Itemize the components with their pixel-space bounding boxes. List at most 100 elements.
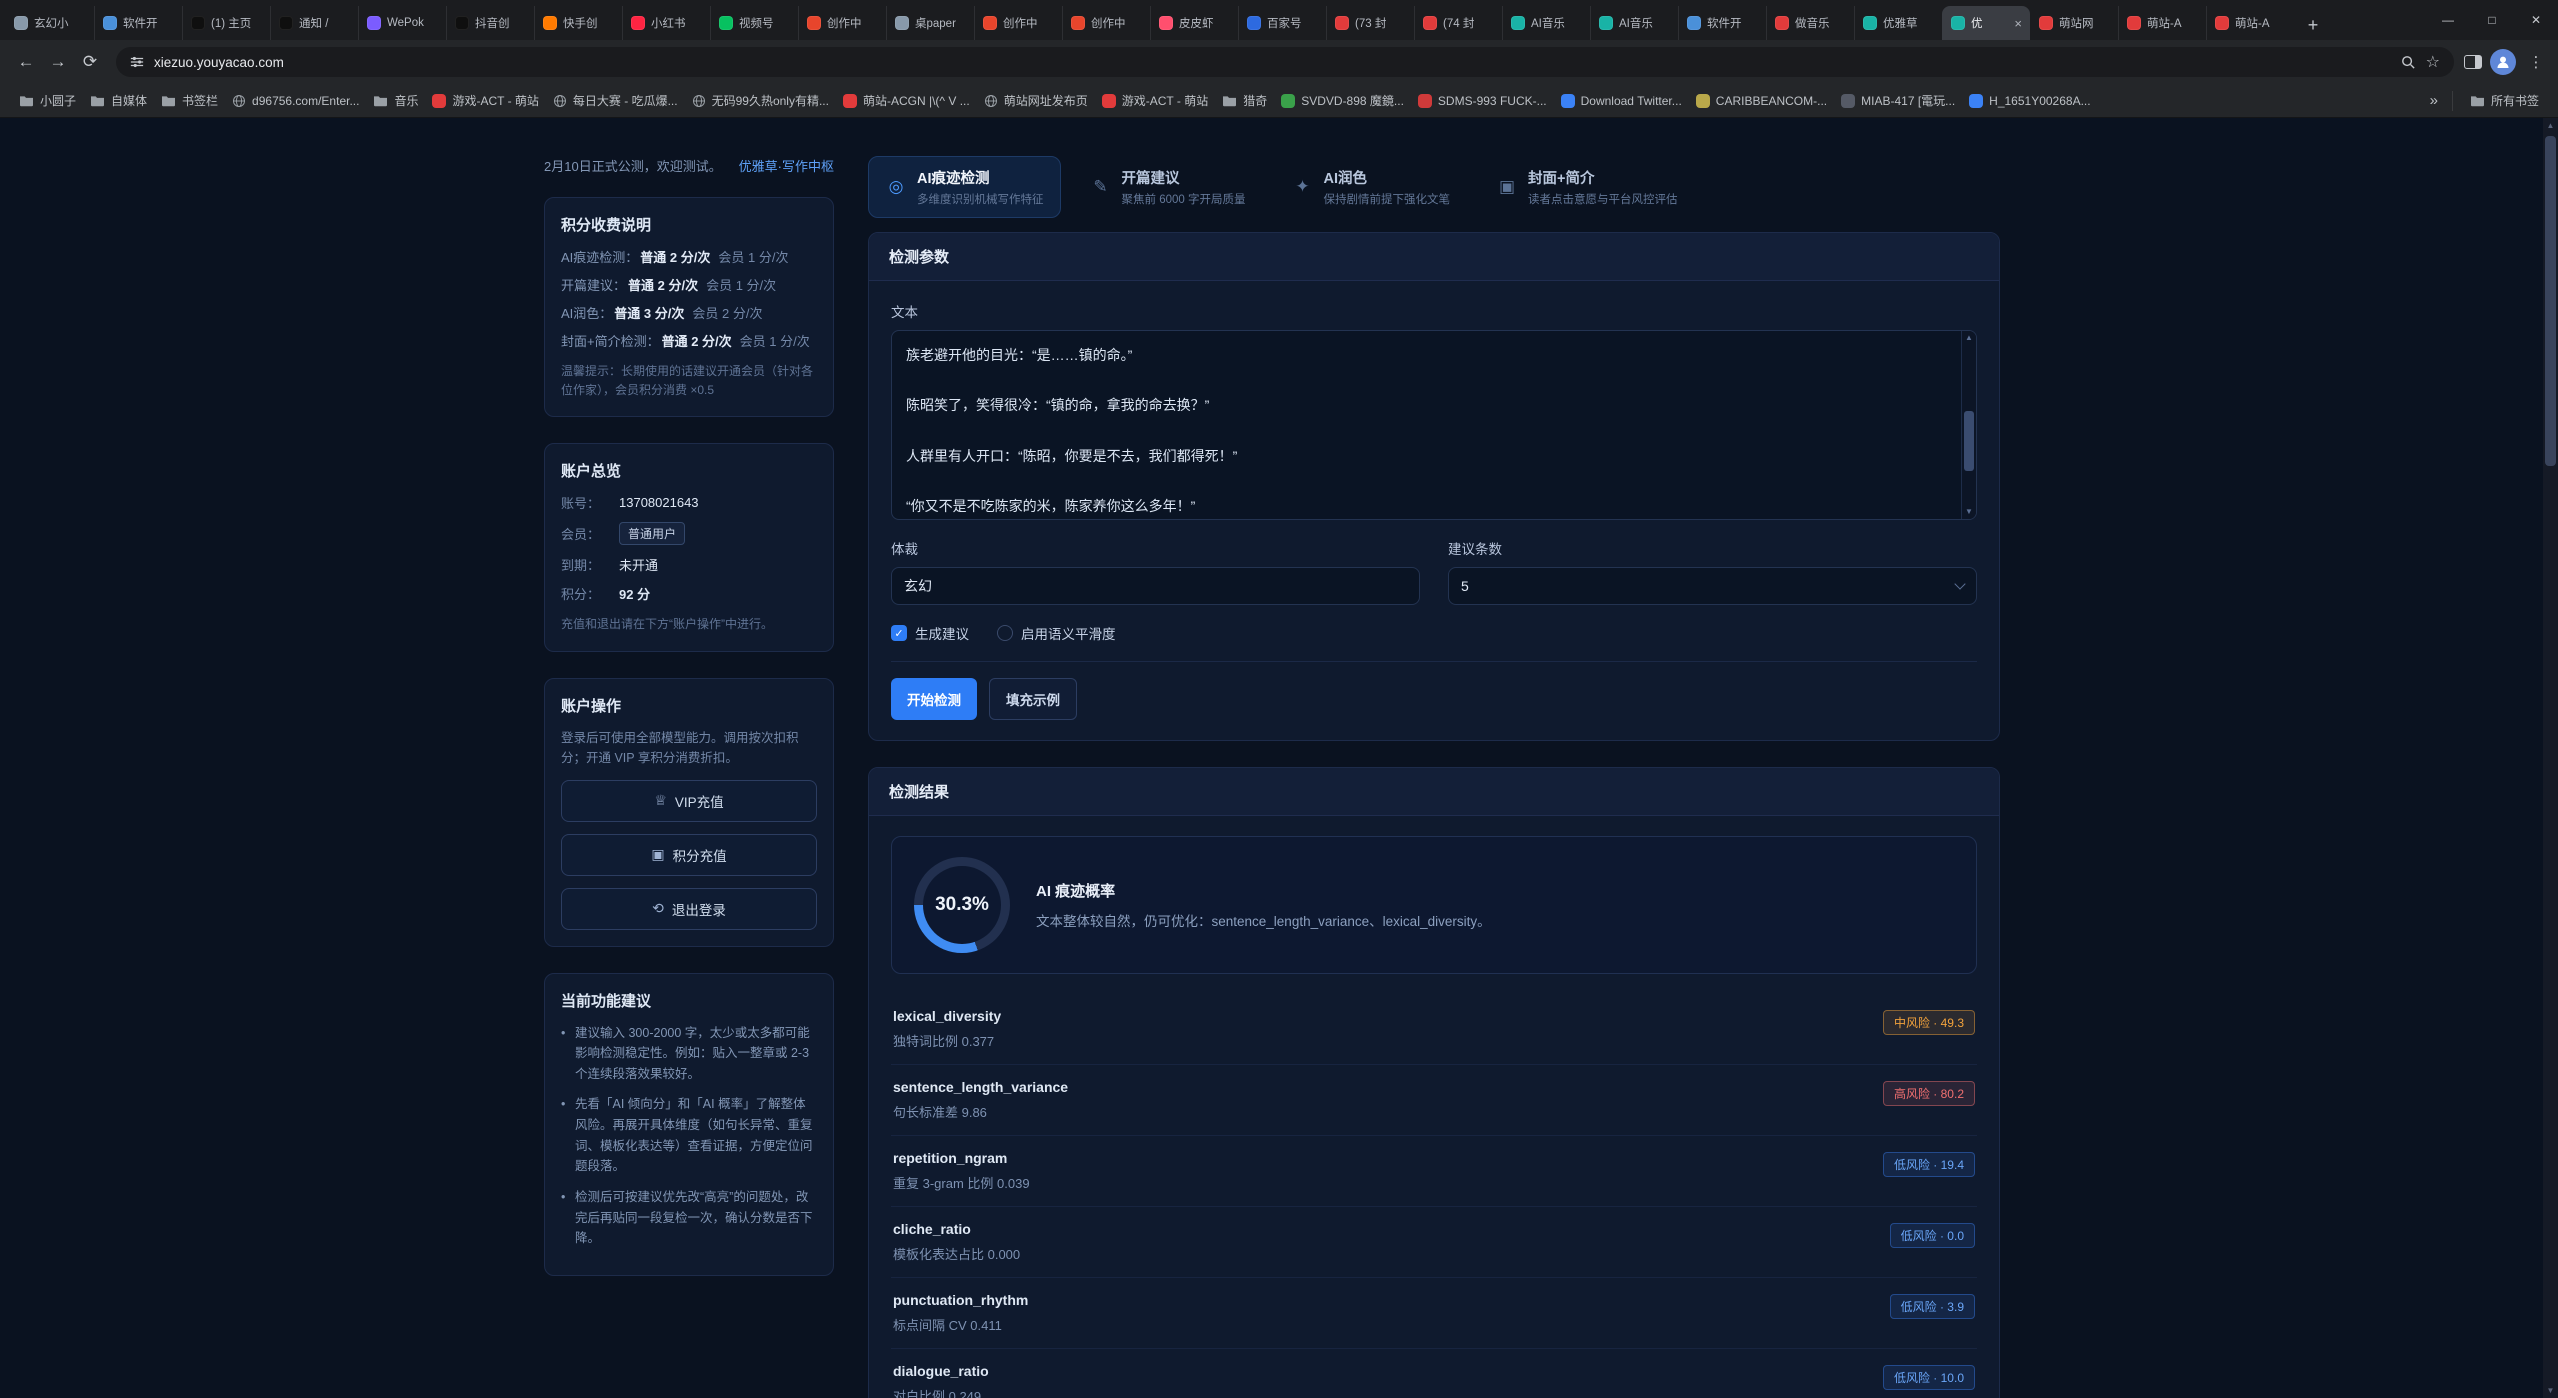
metric-detail: 标点间隔 CV 0.411 [893, 1315, 1028, 1334]
textarea-scroll-thumb[interactable] [1964, 411, 1974, 471]
new-tab-button[interactable]: + [2298, 10, 2328, 40]
minimize-button[interactable]: — [2426, 0, 2470, 40]
feature-tab-ai-trace[interactable]: ◎AI痕迹检测多维度识别机械写作特征 [868, 156, 1061, 218]
site-info-icon[interactable] [130, 55, 144, 69]
semantic-smoothness-checkbox[interactable]: 启用语义平滑度 [997, 623, 1116, 643]
start-detect-button[interactable]: 开始检测 [891, 678, 977, 720]
params-footer: 开始检测 填充示例 [891, 661, 1977, 720]
button-label: 退出登录 [672, 899, 726, 919]
results-panel-body: 30.3% AI 痕迹概率 文本整体较自然，仍可优化：sentence_leng… [869, 816, 1999, 1398]
browser-tab[interactable]: 通知 / [270, 6, 358, 40]
bookmark-item[interactable]: 猎奇 [1215, 89, 1274, 112]
browser-tab[interactable]: 桌paper [886, 6, 974, 40]
browser-tab[interactable]: (73 封 [1326, 6, 1414, 40]
bookmark-item[interactable]: 小圆子 [12, 89, 83, 112]
notice-link[interactable]: 优雅草·写作中枢 [739, 156, 834, 175]
genre-input[interactable] [891, 567, 1420, 605]
browser-tab[interactable]: (74 封 [1414, 6, 1502, 40]
tab-close-icon[interactable]: × [2014, 16, 2022, 31]
bookmark-item[interactable]: d96756.com/Enter... [225, 91, 366, 111]
logout-button[interactable]: ⟲退出登录 [561, 888, 817, 930]
fill-example-button[interactable]: 填充示例 [989, 678, 1077, 720]
browser-tab[interactable]: 玄幻小 [6, 6, 94, 40]
browser-tab[interactable]: AI音乐 [1590, 6, 1678, 40]
vip-recharge-button[interactable]: ♕VIP充值 [561, 780, 817, 822]
bookmark-item[interactable]: 无码99久热only有精... [685, 89, 836, 112]
bookmark-label: Download Twitter... [1581, 94, 1682, 108]
metric-row: punctuation_rhythm标点间隔 CV 0.411低风险 · 3.9 [891, 1278, 1977, 1349]
browser-tab[interactable]: 小红书 [622, 6, 710, 40]
all-bookmarks-button[interactable]: 所有书签 [2463, 89, 2546, 112]
search-icon[interactable] [2401, 55, 2416, 70]
scrollbar-up-icon[interactable]: ▲ [2543, 118, 2558, 133]
bookmark-item[interactable]: 游戏-ACT - 萌站 [425, 89, 545, 112]
address-bar[interactable]: xiezuo.youyacao.com ☆ [116, 47, 2454, 77]
bookmark-item[interactable]: 萌站网址发布页 [977, 89, 1095, 112]
bookmark-item[interactable]: 自媒体 [83, 89, 154, 112]
scrollbar-thumb[interactable] [2545, 136, 2556, 466]
points-recharge-button[interactable]: ▣积分充值 [561, 834, 817, 876]
page-scrollbar[interactable]: ▲ ▼ [2543, 118, 2558, 1398]
bookmark-item[interactable]: 每日大赛 - 吃瓜爆... [546, 89, 685, 112]
browser-tab[interactable]: 皮皮虾 [1150, 6, 1238, 40]
scroll-up-icon[interactable]: ▲ [1965, 331, 1973, 345]
browser-tab[interactable]: (1) 主页 [182, 6, 270, 40]
suggestion-count-select[interactable]: 5 [1448, 567, 1977, 605]
browser-tab[interactable]: WePok [358, 6, 446, 40]
browser-tab[interactable]: 软件开 [94, 6, 182, 40]
feature-tab-cover[interactable]: ▣封面+简介读者点击意愿与平台风控评估 [1479, 156, 1695, 218]
textarea-scroll-track[interactable] [1962, 345, 1976, 505]
bookmark-label: d96756.com/Enter... [252, 94, 359, 108]
browser-tab[interactable]: 萌站-A [2206, 6, 2294, 40]
browser-tab[interactable]: 抖音创 [446, 6, 534, 40]
generate-suggestions-checkbox[interactable]: ✓ 生成建议 [891, 623, 969, 643]
bookmark-item[interactable]: Download Twitter... [1554, 91, 1689, 111]
browser-tab[interactable]: 萌站-A [2118, 6, 2206, 40]
bookmark-item[interactable]: SVDVD-898 魔鏡... [1274, 89, 1411, 112]
bookmark-item[interactable]: 游戏-ACT - 萌站 [1095, 89, 1215, 112]
textarea-scrollbar[interactable]: ▲ ▼ [1961, 331, 1976, 519]
browser-tab[interactable]: 优雅草 [1854, 6, 1942, 40]
probability-value: 30.3% [935, 894, 989, 916]
browser-tab[interactable]: 创作中 [798, 6, 886, 40]
bookmark-item[interactable]: H_1651Y00268A... [1962, 91, 2097, 111]
browser-tab[interactable]: 软件开 [1678, 6, 1766, 40]
browser-tab[interactable]: 创作中 [1062, 6, 1150, 40]
bookmark-star-icon[interactable]: ☆ [2426, 52, 2440, 72]
tab-title: 桌paper [915, 15, 966, 31]
browser-tab[interactable]: 快手创 [534, 6, 622, 40]
forward-button[interactable]: → [42, 46, 74, 78]
reload-button[interactable]: ⟳ [74, 46, 106, 78]
scrollbar-down-icon[interactable]: ▼ [2543, 1383, 2558, 1398]
maximize-button[interactable]: □ [2470, 0, 2514, 40]
browser-tab[interactable]: 百家号 [1238, 6, 1326, 40]
bookmark-item[interactable]: 书签栏 [154, 89, 225, 112]
pricing-line: AI痕迹检测：普通 2 分/次会员 1 分/次 [561, 247, 817, 266]
bookmarks-overflow-icon[interactable]: » [2426, 92, 2442, 109]
browser-tab[interactable]: 创作中 [974, 6, 1062, 40]
tab-title: 优雅草 [1883, 15, 1934, 31]
feature-tab-opening[interactable]: ✎开篇建议聚焦前 6000 字开局质量 [1073, 156, 1263, 218]
profile-avatar[interactable] [2490, 49, 2516, 75]
browser-tab[interactable]: 萌站网 [2030, 6, 2118, 40]
back-button[interactable]: ← [10, 46, 42, 78]
tab-favicon [1511, 16, 1525, 30]
bookmark-item[interactable]: 音乐 [366, 89, 425, 112]
bookmark-item[interactable]: MIAB-417 [電玩... [1834, 89, 1962, 112]
bookmark-item[interactable]: CARIBBEANCOM-... [1689, 91, 1834, 111]
scroll-down-icon[interactable]: ▼ [1965, 505, 1973, 519]
browser-tab[interactable]: AI音乐 [1502, 6, 1590, 40]
text-input-area[interactable]: 族老避开他的目光：“是……镇的命。” 陈昭笑了，笑得很冷：“镇的命，拿我的命去换… [891, 330, 1977, 520]
browser-tab[interactable]: 优× [1942, 6, 2030, 40]
close-button[interactable]: ✕ [2514, 0, 2558, 40]
menu-kebab-icon[interactable]: ⋮ [2524, 53, 2548, 71]
feature-tab-polish[interactable]: ✦AI润色保持剧情前提下强化文笔 [1274, 156, 1467, 218]
side-panel-icon[interactable] [2464, 55, 2482, 69]
bookmark-item[interactable]: SDMS-993 FUCK-... [1411, 91, 1554, 111]
bookmark-item[interactable]: 萌站-ACGN |\(^ V ... [836, 89, 977, 112]
account-row: 积分：92 分 [561, 584, 817, 603]
browser-tab[interactable]: 视频号 [710, 6, 798, 40]
button-label: VIP充值 [675, 791, 724, 811]
tab-favicon [2215, 16, 2229, 30]
browser-tab[interactable]: 做音乐 [1766, 6, 1854, 40]
